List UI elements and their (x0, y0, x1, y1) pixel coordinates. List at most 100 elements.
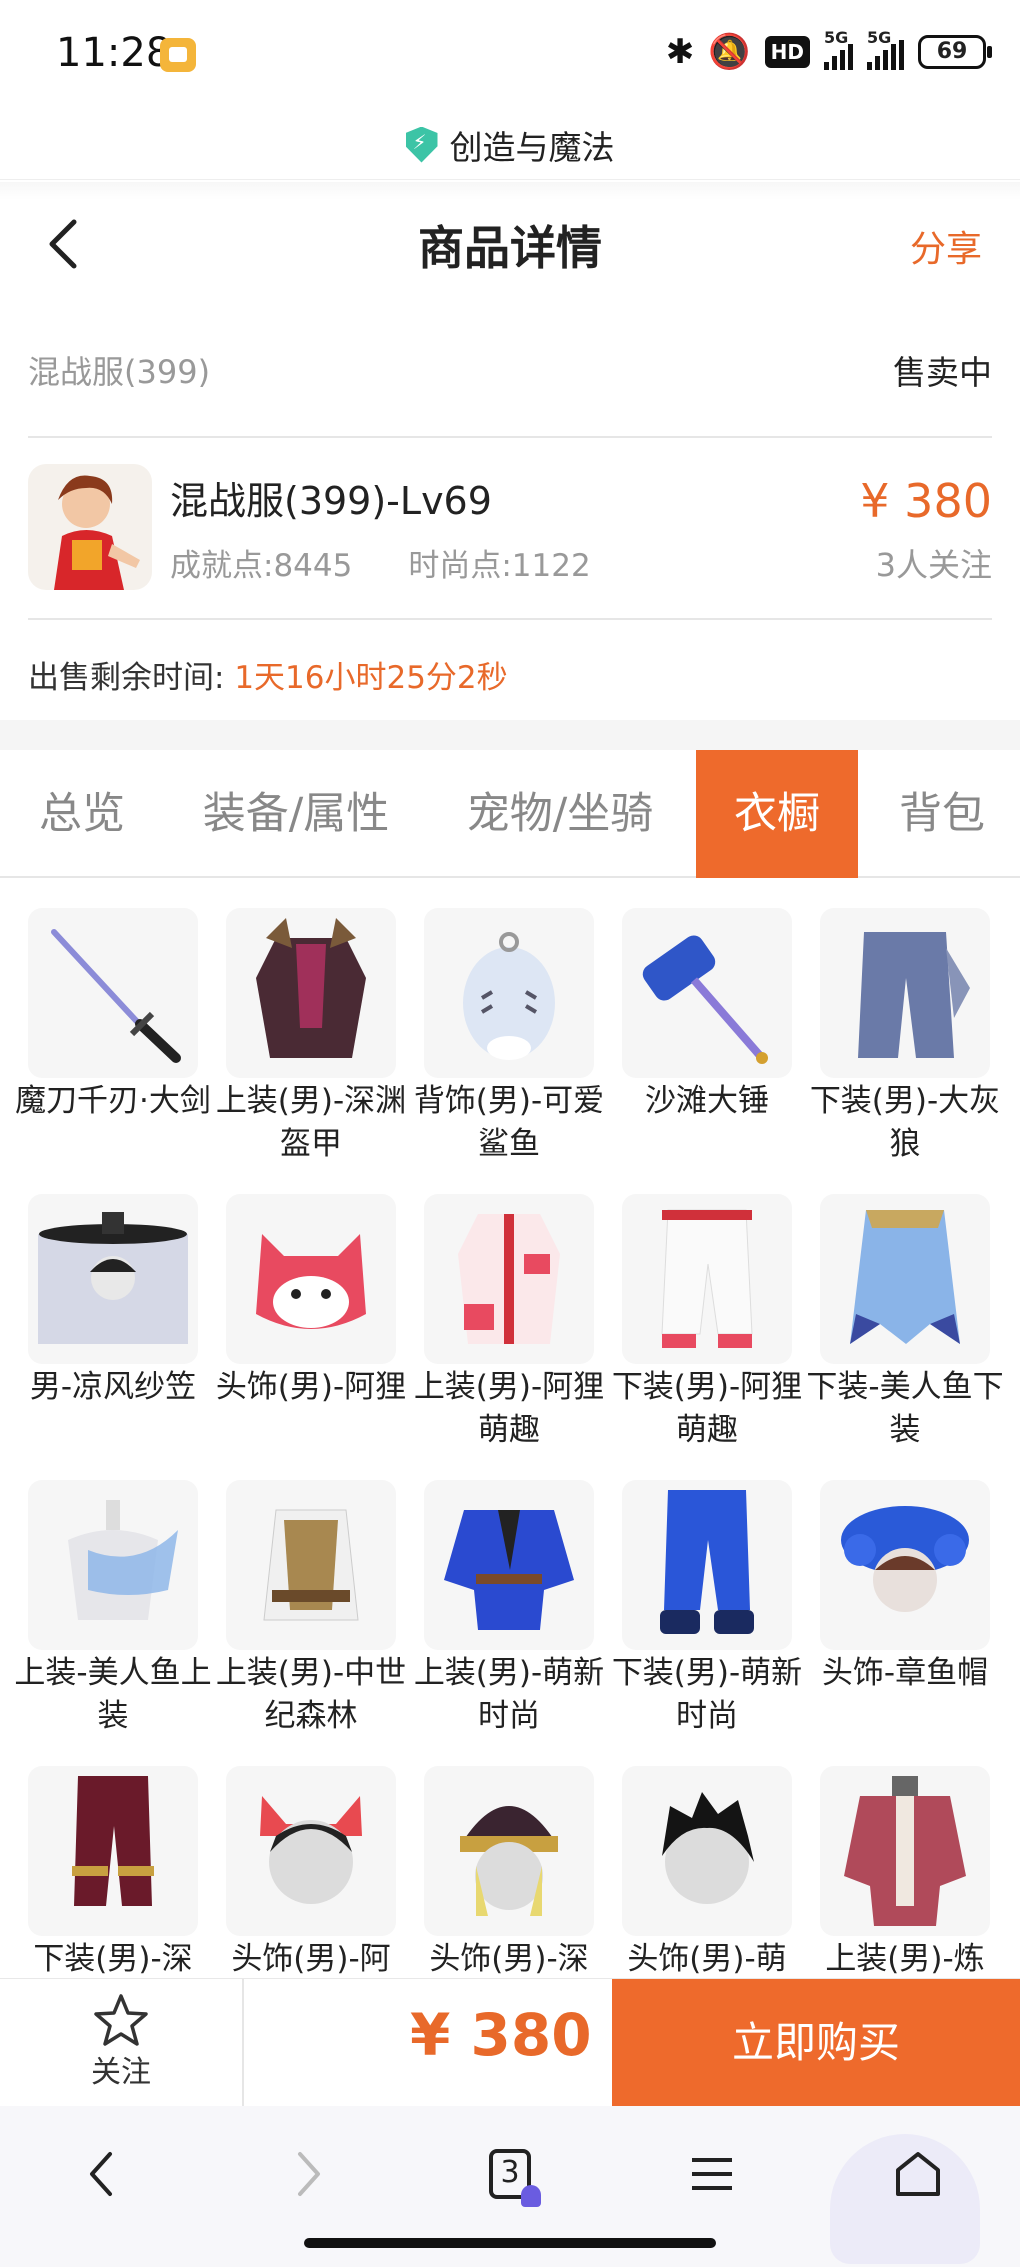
wardrobe-item[interactable]: 下装(男)-大灰狼 (810, 908, 1000, 1166)
dark-helmet-icon (424, 1766, 594, 1936)
item-label: 沙滩大锤 (645, 1083, 769, 1119)
item-label: 上装(男)-阿狸萌趣 (413, 1369, 605, 1448)
item-label: 头饰-章鱼帽 (821, 1655, 989, 1691)
wardrobe-item[interactable]: 上装(男)-中世纪森林 (216, 1480, 406, 1738)
product-summary: 混战服(399)-Lv69 成就点:8445 时尚点:1122 ¥ 380 3人… (28, 462, 992, 594)
fox-jacket-icon (424, 1194, 594, 1364)
bluetooth-icon: ✱ (665, 32, 695, 72)
watcher-count: 3人关注 (875, 546, 992, 584)
item-label: 上装(男)-深渊盔甲 (215, 1083, 407, 1162)
page-header: 商品详情 分享 (0, 182, 1020, 302)
dark-armor-icon (226, 908, 396, 1078)
blue-robe-icon (424, 1480, 594, 1650)
wardrobe-item[interactable]: 上装(男)-深渊盔甲 (216, 908, 406, 1166)
alchemist-coat-icon (820, 1766, 990, 1936)
wardrobe-item[interactable]: 头饰(男)-阿狸 (216, 1194, 406, 1409)
tab-wardrobe[interactable]: 衣橱 (696, 750, 858, 878)
status-icons: ✱ 🔕 HD 5G 5G 69 (665, 28, 992, 72)
status-bar: 11:28 ✱ 🔕 HD 5G 5G 69 (0, 0, 1020, 110)
chevron-right-icon (298, 2152, 320, 2196)
wardrobe-item[interactable]: 下装-美人鱼下装 (806, 1194, 1004, 1452)
wardrobe-item[interactable]: 魔刀千刃·大剑 (15, 908, 211, 1123)
hammer-icon (622, 908, 792, 1078)
browser-tabs-button[interactable]: 3 (470, 2134, 550, 2214)
fashion-points: 时尚点:1122 (408, 548, 591, 584)
wardrobe-item[interactable]: 男-凉风纱笠 (28, 1194, 198, 1409)
buy-now-button[interactable]: 立即购买 (612, 1979, 1020, 2107)
black-hair-icon (622, 1766, 792, 1936)
verified-shield-icon (405, 126, 438, 163)
star-icon (94, 1994, 148, 2046)
tab-backpack[interactable]: 背包 (880, 750, 1004, 878)
browser-forward-button[interactable] (268, 2134, 348, 2214)
wardrobe-item[interactable]: 上装-美人鱼上装 (14, 1480, 212, 1738)
wardrobe-item[interactable]: 头饰-章鱼帽 (820, 1480, 990, 1695)
section-separator (0, 720, 1020, 750)
listing-stats: 成就点:8445 时尚点:1122 (170, 540, 591, 585)
item-label: 上装-美人鱼上装 (14, 1655, 212, 1734)
home-indicator (304, 2238, 716, 2248)
tab-overview[interactable]: 总览 (20, 750, 144, 878)
server-row: 混战服(399) 售卖中 (28, 345, 992, 395)
wardrobe-item[interactable]: 下装(男)-阿狸萌趣 (612, 1194, 802, 1452)
follow-button[interactable]: 关注 (0, 1979, 244, 2107)
blue-pants-icon (622, 1480, 792, 1650)
browser-menu-button[interactable] (672, 2134, 752, 2214)
share-button[interactable]: 分享 (910, 220, 982, 272)
wardrobe-item[interactable]: 头饰(男)-萌 (622, 1766, 792, 1981)
item-label: 背饰(男)-可爱鲨鱼 (413, 1083, 605, 1162)
item-label: 下装(男)-萌新时尚 (611, 1655, 803, 1734)
wardrobe-item[interactable]: 上装(男)-萌新时尚 (414, 1480, 604, 1738)
divider (28, 618, 992, 620)
item-label: 头饰(男)-萌 (627, 1941, 787, 1977)
wardrobe-item[interactable]: 上装(男)-炼 (820, 1766, 990, 1981)
item-label: 下装(男)-大灰狼 (809, 1083, 1001, 1162)
battery-icon: 69 (918, 35, 992, 69)
wardrobe-item[interactable]: 背饰(男)-可爱鲨鱼 (414, 908, 604, 1166)
signal-icon-1: 5G (824, 28, 853, 70)
sale-status: 售卖中 (893, 353, 992, 392)
listing-price: ¥ 380 (860, 474, 992, 528)
hd-voice-badge: HD (764, 36, 810, 68)
item-label: 魔刀千刃·大剑 (15, 1083, 211, 1119)
fox-head-icon (226, 1194, 396, 1364)
wardrobe-item[interactable]: 头饰(男)-阿 (226, 1766, 396, 1981)
listing-name: 混战服(399)-Lv69 (170, 479, 492, 523)
remaining-time-row: 出售剩余时间: 1天16小时25分2秒 (28, 652, 508, 697)
character-avatar (28, 464, 152, 590)
tab-equipment[interactable]: 装备/属性 (184, 750, 408, 878)
wardrobe-item[interactable]: 上装(男)-阿狸萌趣 (414, 1194, 604, 1452)
home-icon (896, 2152, 940, 2196)
item-label: 男-凉风纱笠 (29, 1369, 197, 1405)
mute-bell-icon: 🔕 (708, 32, 751, 72)
grey-pants-icon (820, 908, 990, 1078)
browser-back-button[interactable] (62, 2134, 142, 2214)
item-label: 头饰(男)-深 (429, 1941, 589, 1977)
item-label: 上装(男)-炼 (825, 1941, 985, 1977)
bottom-price: ¥ 380 (410, 2001, 592, 2069)
wardrobe-item[interactable]: 沙滩大锤 (622, 908, 792, 1123)
remaining-time-label: 出售剩余时间: (28, 660, 225, 696)
bottom-action-bar: 关注 ¥ 380 立即购买 (0, 1978, 1020, 2107)
notification-app-icon (160, 38, 196, 72)
wardrobe-item[interactable]: 头饰(男)-深 (424, 1766, 594, 1981)
browser-home-button[interactable] (878, 2134, 958, 2214)
item-label: 头饰(男)-阿狸 (215, 1369, 407, 1405)
tab-pets-mounts[interactable]: 宠物/坐骑 (448, 750, 672, 878)
achievement-points: 成就点:8445 (170, 548, 353, 584)
maroon-pants-icon (28, 1766, 198, 1936)
item-label: 头饰(男)-阿 (231, 1941, 391, 1977)
divider (28, 436, 992, 438)
mermaid-top-icon (28, 1480, 198, 1650)
item-label: 下装(男)-深 (33, 1941, 193, 1977)
wardrobe-item[interactable]: 下装(男)-深 (28, 1766, 198, 1981)
follow-label: 关注 (91, 2055, 151, 2090)
sword-icon (28, 908, 198, 1078)
status-time: 11:28 (56, 30, 172, 76)
item-label: 上装(男)-萌新时尚 (413, 1655, 605, 1734)
wardrobe-item[interactable]: 下装(男)-萌新时尚 (612, 1480, 802, 1738)
mini-app-title: 创造与魔法 (449, 127, 615, 167)
white-pants-icon (622, 1194, 792, 1364)
shark-backpack-icon (424, 908, 594, 1078)
detail-tabs: 总览 装备/属性 宠物/坐骑 衣橱 背包 (0, 750, 1020, 878)
